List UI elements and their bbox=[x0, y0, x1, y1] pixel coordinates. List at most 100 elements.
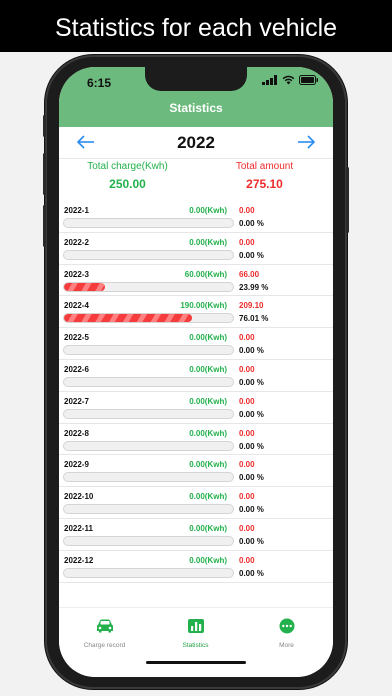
month-amount: 0.00 bbox=[239, 237, 255, 247]
phone-frame: 6:15 Statistics 2022 Total charge(Kwh) 2… bbox=[43, 57, 349, 687]
home-indicator bbox=[146, 661, 246, 664]
month-row: 2022-11 0.00(Kwh) 0.00 0.00 % bbox=[59, 519, 333, 551]
tab-label-more: More bbox=[279, 642, 294, 649]
month-kwh: 0.00(Kwh) bbox=[189, 428, 227, 438]
month-amount: 209.10 bbox=[239, 301, 264, 311]
month-percent: 0.00 % bbox=[239, 377, 264, 387]
total-charge-block: Total charge(Kwh) 250.00 bbox=[59, 161, 196, 191]
month-kwh: 0.00(Kwh) bbox=[189, 237, 227, 247]
month-label: 2022-5 bbox=[64, 333, 89, 343]
nav-header: 6:15 Statistics bbox=[59, 67, 333, 127]
month-progress-track bbox=[63, 249, 234, 260]
volume-down-button bbox=[43, 205, 46, 247]
month-amount: 0.00 bbox=[239, 460, 255, 470]
month-label: 2022-7 bbox=[64, 396, 89, 406]
month-percent: 76.01 % bbox=[239, 314, 269, 324]
month-row: 2022-7 0.00(Kwh) 0.00 0.00 % bbox=[59, 392, 333, 424]
month-percent: 23.99 % bbox=[239, 282, 269, 292]
month-progress-track bbox=[63, 376, 234, 387]
total-amount-block: Total amount 275.10 bbox=[196, 161, 333, 191]
month-progress-track bbox=[63, 218, 234, 228]
month-amount: 0.00 bbox=[239, 492, 255, 502]
month-kwh: 0.00(Kwh) bbox=[189, 460, 227, 470]
month-percent: 0.00 % bbox=[239, 536, 264, 546]
tab-statistics[interactable]: Statistics bbox=[150, 618, 241, 649]
tab-charge-record[interactable]: Charge record bbox=[59, 618, 150, 649]
status-time: 6:15 bbox=[87, 76, 112, 90]
month-row: 2022-1 0.00(Kwh) 0.00 0.00 % bbox=[59, 201, 333, 233]
power-button bbox=[346, 167, 349, 233]
month-amount: 0.00 bbox=[239, 523, 255, 533]
total-charge-value: 250.00 bbox=[109, 177, 146, 191]
page-title: Statistics bbox=[169, 101, 223, 115]
month-kwh: 0.00(Kwh) bbox=[189, 523, 227, 533]
month-row: 2022-4 190.00(Kwh) 209.10 76.01 % bbox=[59, 296, 333, 329]
month-label: 2022-1 bbox=[64, 206, 89, 215]
totals-summary: Total charge(Kwh) 250.00 Total amount 27… bbox=[59, 161, 333, 199]
month-label: 2022-10 bbox=[64, 492, 94, 502]
month-progress-track bbox=[63, 313, 234, 324]
month-amount: 0.00 bbox=[239, 555, 255, 565]
month-amount: 0.00 bbox=[239, 206, 255, 215]
month-percent: 0.00 % bbox=[239, 568, 264, 578]
tab-more[interactable]: More bbox=[241, 618, 332, 649]
month-kwh: 0.00(Kwh) bbox=[189, 364, 227, 374]
month-label: 2022-11 bbox=[64, 523, 93, 533]
month-percent: 0.00 % bbox=[239, 250, 264, 260]
month-label: 2022-12 bbox=[64, 555, 94, 565]
car-icon bbox=[96, 619, 113, 633]
volume-up-button bbox=[43, 153, 46, 195]
month-row: 2022-12 0.00(Kwh) 0.00 0.00 % bbox=[59, 551, 333, 583]
signal-icon bbox=[262, 75, 277, 85]
month-amount: 0.00 bbox=[239, 428, 255, 438]
tab-label-statistics: Statistics bbox=[182, 642, 209, 649]
month-percent: 0.00 % bbox=[239, 473, 264, 483]
month-label: 2022-3 bbox=[64, 269, 89, 279]
month-kwh: 0.00(Kwh) bbox=[189, 492, 227, 502]
month-progress-track bbox=[63, 472, 234, 483]
month-percent: 0.00 % bbox=[239, 346, 264, 356]
month-kwh: 0.00(Kwh) bbox=[189, 333, 227, 343]
month-progress-fill bbox=[64, 314, 193, 323]
total-amount-label: Total amount bbox=[235, 161, 294, 172]
status-icons bbox=[262, 75, 319, 85]
month-amount: 0.00 bbox=[239, 364, 255, 374]
year-navigator: 2022 bbox=[59, 127, 333, 159]
month-row: 2022-6 0.00(Kwh) 0.00 0.00 % bbox=[59, 360, 333, 392]
month-amount: 0.00 bbox=[239, 396, 255, 406]
month-row: 2022-10 0.00(Kwh) 0.00 0.00 % bbox=[59, 487, 333, 519]
tab-label-charge-record: Charge record bbox=[83, 642, 126, 649]
wifi-icon bbox=[282, 75, 295, 85]
month-percent: 0.00 % bbox=[239, 409, 264, 419]
year-label: 2022 bbox=[177, 133, 215, 152]
month-percent: 0.00 % bbox=[239, 441, 264, 451]
month-kwh: 0.00(Kwh) bbox=[189, 206, 227, 215]
month-percent: 0.00 % bbox=[239, 219, 264, 228]
month-progress-track bbox=[63, 281, 234, 292]
app-screen: 6:15 Statistics 2022 Total charge(Kwh) 2… bbox=[59, 67, 333, 677]
month-percent: 0.00 % bbox=[239, 505, 264, 515]
month-progress-fill bbox=[64, 282, 105, 291]
month-kwh: 190.00(Kwh) bbox=[180, 301, 227, 311]
mute-switch bbox=[43, 115, 46, 137]
month-amount: 66.00 bbox=[239, 269, 260, 279]
month-row: 2022-8 0.00(Kwh) 0.00 0.00 % bbox=[59, 424, 333, 456]
month-progress-track bbox=[63, 345, 234, 356]
month-kwh: 60.00(Kwh) bbox=[184, 269, 227, 279]
promo-caption: Statistics for each vehicle bbox=[0, 0, 392, 52]
month-row: 2022-2 0.00(Kwh) 0.00 0.00 % bbox=[59, 233, 333, 265]
arrow-right-icon[interactable] bbox=[295, 132, 317, 152]
month-row: 2022-5 0.00(Kwh) 0.00 0.00 % bbox=[59, 328, 333, 360]
month-progress-track bbox=[63, 535, 234, 546]
month-kwh: 0.00(Kwh) bbox=[189, 555, 227, 565]
month-kwh: 0.00(Kwh) bbox=[189, 396, 227, 406]
month-row: 2022-9 0.00(Kwh) 0.00 0.00 % bbox=[59, 455, 333, 488]
total-amount-value: 275.10 bbox=[246, 177, 283, 191]
month-progress-track bbox=[63, 408, 234, 419]
month-progress-track bbox=[63, 440, 234, 451]
total-charge-label: Total charge(Kwh) bbox=[87, 161, 168, 172]
month-label: 2022-2 bbox=[64, 237, 89, 247]
month-progress-track bbox=[63, 567, 234, 578]
bar-chart-icon bbox=[187, 619, 204, 633]
month-row: 2022-3 60.00(Kwh) 66.00 23.99 % bbox=[59, 265, 333, 297]
